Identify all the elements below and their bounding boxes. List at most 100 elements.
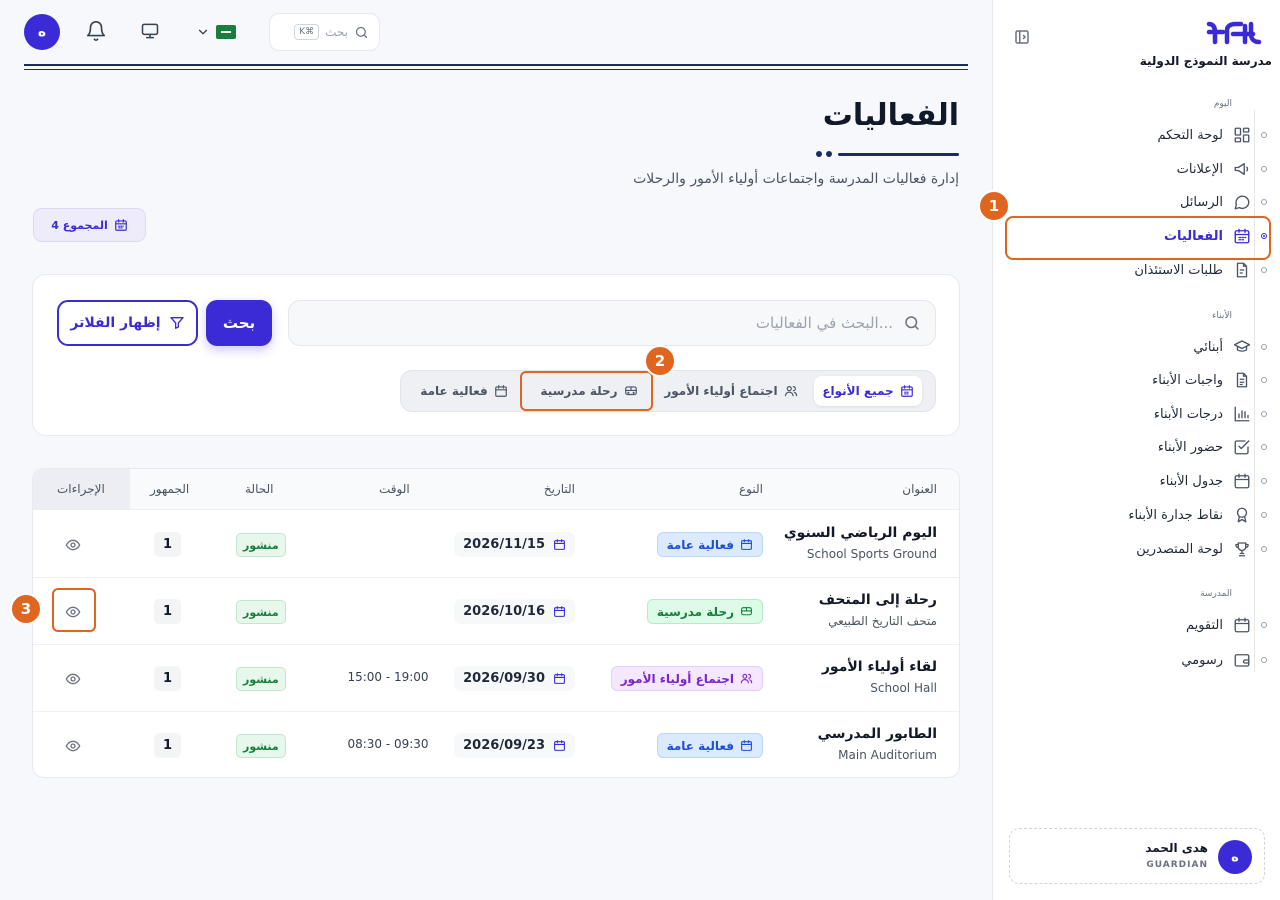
section-label-today: اليوم xyxy=(1213,99,1232,109)
event-title: اليوم الرياضي السنوي xyxy=(783,525,937,541)
show-filters-button[interactable]: إظهار الفلاتر xyxy=(57,300,198,346)
sidebar-item-leaderboard[interactable]: لوحة المتصدرين xyxy=(1005,533,1271,565)
audience-count: 1 xyxy=(154,666,181,691)
calendar-icon xyxy=(740,538,753,551)
title-underline xyxy=(838,153,959,156)
highlight-box-school-trip-tab xyxy=(520,371,653,411)
tab-general-event[interactable]: فعالية عامة xyxy=(409,376,519,406)
col-actions: الإجراءات xyxy=(57,482,105,496)
megaphone-icon xyxy=(1233,160,1251,178)
step-marker-3: 3 xyxy=(10,593,42,625)
sidebar-item-label: حضور الأبناء xyxy=(1157,439,1223,455)
user-profile-card[interactable]: ه هدى الحمد GUARDIAN xyxy=(1009,828,1265,884)
sidebar-item-label: الإعلانات xyxy=(1176,161,1223,177)
sidebar-item-label: نقاط جدارة الأبناء xyxy=(1128,507,1223,523)
sidebar-collapse-icon[interactable] xyxy=(1013,28,1031,46)
events-search-input[interactable]: البحث في الفعاليات... xyxy=(288,300,936,346)
sidebar-item-children-homework[interactable]: واجبات الأبناء xyxy=(1005,364,1271,396)
total-count-label: 4 المجموع xyxy=(51,218,108,232)
type-badge-school-trip: رحلة مدرسية xyxy=(646,599,763,624)
calendar-icon xyxy=(494,384,508,398)
dashboard-icon xyxy=(1233,126,1251,144)
col-audience: الجمهور xyxy=(150,482,190,496)
page-title: الفعاليات xyxy=(822,98,959,133)
event-date: 2026/09/30 xyxy=(454,666,575,691)
event-type-tabs: جميع الأنواع اجتماع أولياء الأمور رحلة م… xyxy=(400,370,936,412)
document-icon xyxy=(1233,261,1251,279)
sidebar-item-messages[interactable]: الرسائل xyxy=(1005,186,1271,218)
user-avatar[interactable]: ه xyxy=(24,14,60,50)
sidebar-item-my-fees[interactable]: رسومي xyxy=(1005,644,1271,676)
nav-dot xyxy=(1261,657,1267,663)
users-icon xyxy=(784,384,798,398)
sidebar-item-my-children[interactable]: أبنائي xyxy=(1005,331,1271,363)
event-location: School Sports Ground xyxy=(806,547,937,561)
filter-card: البحث في الفعاليات... بحث إظهار الفلاتر … xyxy=(32,274,960,436)
event-date-label: 2026/11/15 xyxy=(463,537,545,552)
nav-dot xyxy=(1261,344,1267,350)
users-icon xyxy=(740,672,753,685)
col-time: الوقت xyxy=(379,482,410,496)
view-event-button[interactable] xyxy=(59,531,87,559)
col-type: النوع xyxy=(739,482,763,496)
sidebar-item-children-schedule[interactable]: جدول الأبناء xyxy=(1005,465,1271,497)
sidebar-item-children-attendance[interactable]: حضور الأبناء xyxy=(1005,431,1271,463)
nav-dot xyxy=(1261,132,1267,138)
calendar-icon xyxy=(553,605,566,618)
event-date: 2026/10/16 xyxy=(454,599,575,624)
nav-dot xyxy=(1261,267,1267,273)
global-search-input[interactable]: بحث K⌘ xyxy=(269,13,380,51)
search-placeholder: بحث xyxy=(325,25,348,39)
calendar-icon xyxy=(900,384,914,398)
saudi-flag-icon xyxy=(216,25,236,39)
sidebar-item-dashboard[interactable]: لوحة التحكم xyxy=(1005,119,1271,151)
bus-icon xyxy=(740,605,753,618)
status-badge: منشور xyxy=(236,734,286,758)
sidebar-item-label: لوحة المتصدرين xyxy=(1136,541,1223,557)
sidebar-item-label: درجات الأبناء xyxy=(1153,406,1223,422)
search-icon xyxy=(354,25,369,40)
bell-icon[interactable] xyxy=(85,20,107,42)
page-subtitle: إدارة فعاليات المدرسة واجتماعات أولياء ا… xyxy=(633,171,959,187)
school-logo xyxy=(1205,18,1263,48)
tab-label: فعالية عامة xyxy=(420,384,488,398)
sidebar-item-children-grades[interactable]: درجات الأبناء xyxy=(1005,398,1271,430)
title-dot xyxy=(826,151,832,157)
event-date: 2026/11/15 xyxy=(454,532,575,557)
nav-dot xyxy=(1261,411,1267,417)
status-badge: منشور xyxy=(236,667,286,691)
check-square-icon xyxy=(1233,438,1251,456)
sidebar-item-label: جدول الأبناء xyxy=(1159,473,1223,489)
event-location: Main Auditorium xyxy=(838,748,937,762)
header-divider-thin xyxy=(24,69,968,70)
calendar-icon xyxy=(553,538,566,551)
monitor-icon[interactable] xyxy=(140,21,162,43)
search-button[interactable]: بحث xyxy=(206,300,272,346)
event-title: لقاء أولياء الأمور xyxy=(821,659,937,675)
col-date: التاريخ xyxy=(543,482,575,496)
nav-dot xyxy=(1261,444,1267,450)
view-event-button[interactable] xyxy=(59,665,87,693)
section-label-school: المدرسة xyxy=(1200,589,1232,599)
sidebar-item-label: التقويم xyxy=(1185,617,1223,633)
user-role: GUARDIAN xyxy=(1146,860,1208,870)
sidebar-item-label: طلبات الاستئذان xyxy=(1134,262,1223,278)
table-row: الطابور المدرسي Main Auditorium فعالية ع… xyxy=(33,712,959,777)
tab-parents-meeting[interactable]: اجتماع أولياء الأمور xyxy=(656,376,806,406)
sidebar-item-children-merit-points[interactable]: نقاط جدارة الأبناء xyxy=(1005,499,1271,531)
sidebar-item-calendar[interactable]: التقويم xyxy=(1005,609,1271,641)
bar-chart-icon xyxy=(1233,405,1251,423)
sidebar-item-announcements[interactable]: الإعلانات xyxy=(1005,153,1271,185)
step-marker-2: 2 xyxy=(644,345,676,377)
language-switcher[interactable] xyxy=(196,22,242,42)
sidebar-item-label: رسومي xyxy=(1181,652,1223,668)
audience-count: 1 xyxy=(154,733,181,758)
tab-all-types[interactable]: جميع الأنواع xyxy=(814,376,922,406)
school-name: مدرسة النموذج الدولية xyxy=(1139,54,1272,68)
step-marker-1: 1 xyxy=(978,190,1010,222)
sidebar: مدرسة النموذج الدولية اليوم لوحة التحكم … xyxy=(992,0,1280,900)
graduation-cap-icon xyxy=(1233,338,1251,356)
sidebar-item-label: واجبات الأبناء xyxy=(1152,372,1223,388)
view-event-button[interactable] xyxy=(59,732,87,760)
type-badge-label: رحلة مدرسية xyxy=(656,604,734,619)
